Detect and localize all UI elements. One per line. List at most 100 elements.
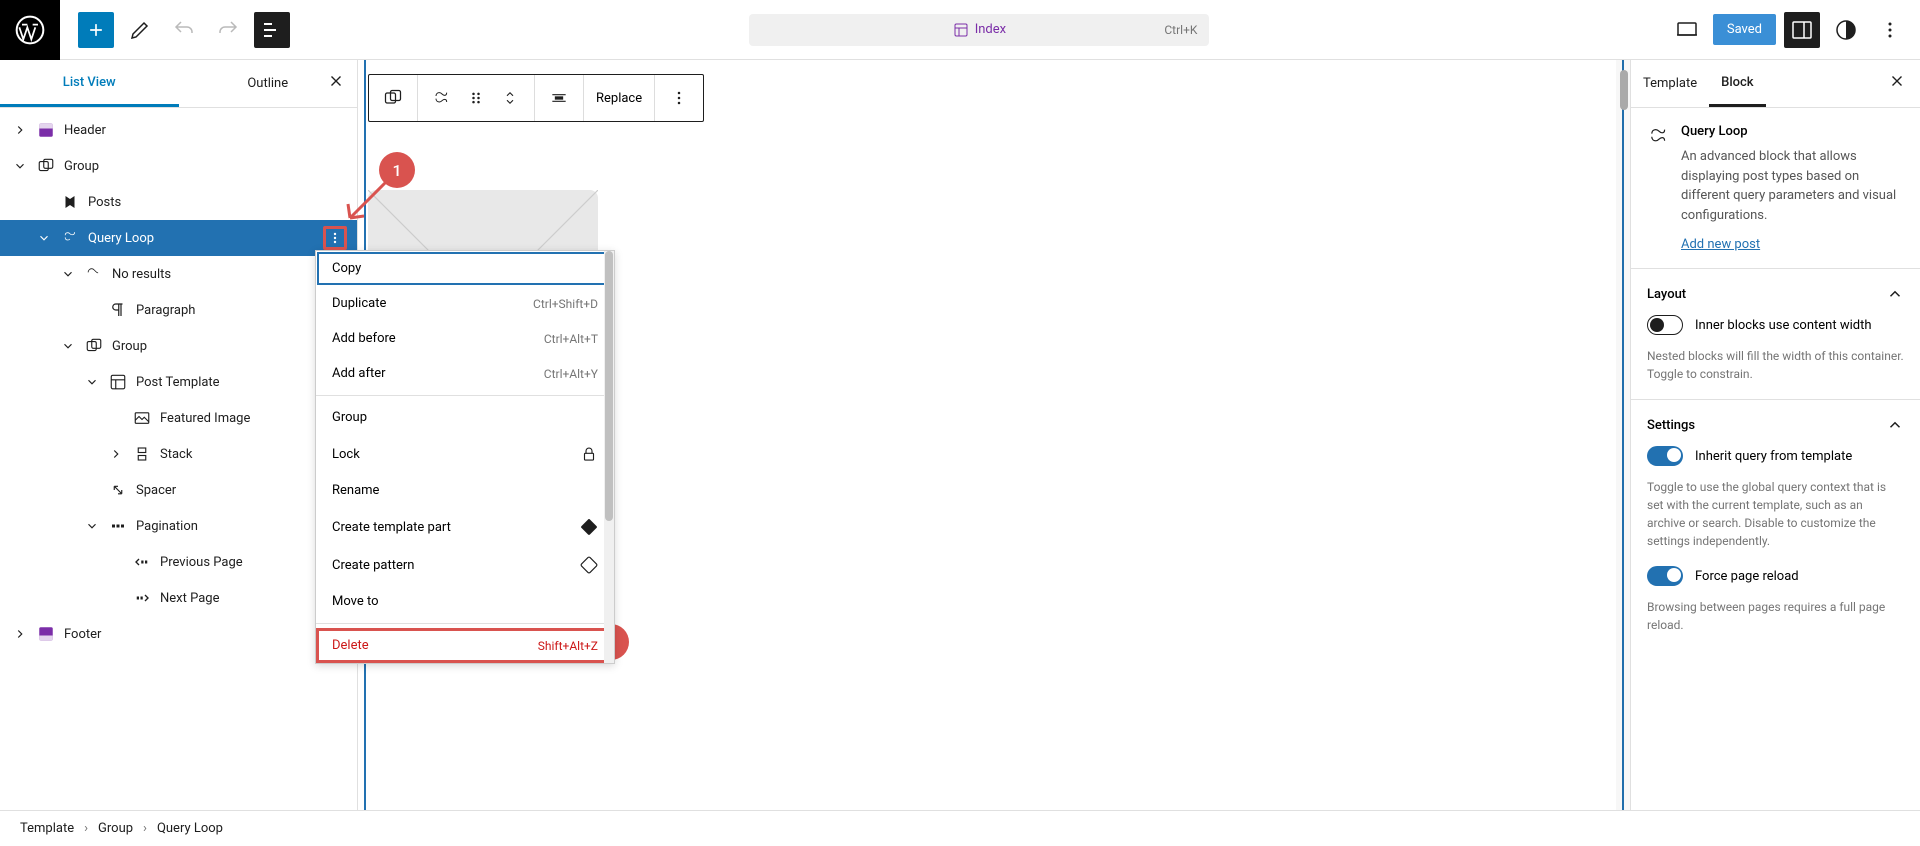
wordpress-logo[interactable] xyxy=(0,0,60,60)
chevron-right-icon[interactable] xyxy=(12,626,28,642)
tree-item-header[interactable]: Header xyxy=(0,112,357,148)
redo-icon xyxy=(216,18,240,42)
move-buttons[interactable] xyxy=(498,86,522,110)
menu-scrollbar[interactable] xyxy=(604,251,614,663)
canvas-scrollbar[interactable] xyxy=(1616,60,1630,810)
menu-create-pattern[interactable]: Create pattern xyxy=(316,546,614,584)
close-panel-button[interactable] xyxy=(327,72,345,95)
tree-item-group-inner[interactable]: Group xyxy=(0,328,357,364)
settings-section-toggle[interactable]: Settings xyxy=(1647,416,1904,434)
tab-block[interactable]: Block xyxy=(1709,61,1765,107)
settings-sidebar-toggle[interactable] xyxy=(1784,12,1820,48)
undo-button[interactable] xyxy=(166,12,202,48)
menu-lock[interactable]: Lock xyxy=(316,435,614,473)
contrast-icon xyxy=(1834,18,1858,42)
breadcrumb-separator: › xyxy=(84,821,88,836)
block-type-button[interactable] xyxy=(430,86,454,110)
tree-item-no-results[interactable]: No results xyxy=(0,256,357,292)
tree-item-paragraph[interactable]: Paragraph xyxy=(0,292,357,328)
tree-label: No results xyxy=(112,267,171,282)
force-reload-toggle[interactable] xyxy=(1647,566,1683,586)
tree-item-pagination[interactable]: Pagination xyxy=(0,508,357,544)
footer-block-icon xyxy=(36,624,56,644)
chevron-down-icon[interactable] xyxy=(60,338,76,354)
sidebar-icon xyxy=(1790,18,1814,42)
pencil-icon xyxy=(128,18,152,42)
posts-block-icon xyxy=(60,192,80,212)
tree-item-previous-page[interactable]: Previous Page xyxy=(0,544,357,580)
menu-group[interactable]: Group xyxy=(316,400,614,435)
menu-copy[interactable]: Copy xyxy=(316,251,614,286)
menu-separator xyxy=(316,395,614,396)
styles-button[interactable] xyxy=(1828,12,1864,48)
tools-button[interactable] xyxy=(122,12,158,48)
breadcrumb: Template › Group › Query Loop xyxy=(0,810,1920,846)
tree-item-post-template[interactable]: Post Template xyxy=(0,364,357,400)
view-button[interactable] xyxy=(1669,12,1705,48)
chevron-down-icon[interactable] xyxy=(84,518,100,534)
chevron-down-icon[interactable] xyxy=(36,230,52,246)
add-block-button[interactable] xyxy=(78,12,114,48)
menu-add-before[interactable]: Add beforeCtrl+Alt+T xyxy=(316,321,614,356)
menu-move-to[interactable]: Move to xyxy=(316,584,614,619)
settings-section: Settings Inherit query from template Tog… xyxy=(1631,400,1920,650)
options-button[interactable] xyxy=(1872,12,1908,48)
save-button[interactable]: Saved xyxy=(1713,14,1776,45)
breadcrumb-item[interactable]: Template xyxy=(20,821,74,836)
list-view-panel: List View Outline Header Group Posts xyxy=(0,60,358,810)
redo-button[interactable] xyxy=(210,12,246,48)
chevron-right-icon[interactable] xyxy=(108,446,124,462)
scroll-thumb[interactable] xyxy=(1620,70,1628,110)
breadcrumb-item[interactable]: Query Loop xyxy=(157,821,223,836)
align-button[interactable] xyxy=(547,86,571,110)
chevron-down-icon[interactable] xyxy=(84,374,100,390)
scroll-thumb[interactable] xyxy=(605,251,613,521)
chevron-down-icon[interactable] xyxy=(12,158,28,174)
more-vertical-icon xyxy=(1878,18,1902,42)
close-icon xyxy=(327,72,345,90)
stack-block-icon xyxy=(132,444,152,464)
chevron-up-icon xyxy=(1886,285,1904,303)
menu-create-template-part[interactable]: Create template part xyxy=(316,508,614,546)
breadcrumb-item[interactable]: Group xyxy=(98,821,133,836)
layout-section-toggle[interactable]: Layout xyxy=(1647,285,1904,303)
tree-item-stack[interactable]: Stack xyxy=(0,436,357,472)
replace-button[interactable]: Replace xyxy=(596,86,642,110)
chevron-right-icon[interactable] xyxy=(12,122,28,138)
menu-add-after[interactable]: Add afterCtrl+Alt+Y xyxy=(316,356,614,391)
annotation-1: 1 xyxy=(379,152,415,188)
menu-delete[interactable]: DeleteShift+Alt+Z xyxy=(316,628,614,663)
tree-item-next-page[interactable]: Next Page xyxy=(0,580,357,616)
main-area: List View Outline Header Group Posts xyxy=(0,60,1920,810)
block-more-button[interactable] xyxy=(667,86,691,110)
tree-item-group[interactable]: Group xyxy=(0,148,357,184)
tree-item-spacer[interactable]: Spacer xyxy=(0,472,357,508)
toggle-label: Inherit query from template xyxy=(1695,449,1852,464)
more-vertical-icon xyxy=(669,88,689,108)
document-overview-button[interactable] xyxy=(254,12,290,48)
layout-block-icon xyxy=(108,372,128,392)
menu-duplicate[interactable]: DuplicateCtrl+Shift+D xyxy=(316,286,614,321)
tab-template[interactable]: Template xyxy=(1631,62,1709,105)
add-new-post-link[interactable]: Add new post xyxy=(1681,237,1760,252)
query-loop-icon xyxy=(1647,124,1671,252)
tree-item-posts[interactable]: Posts xyxy=(0,184,357,220)
tree-item-featured-image[interactable]: Featured Image xyxy=(0,400,357,436)
tree-label: Previous Page xyxy=(160,555,243,570)
wordpress-icon xyxy=(14,14,46,46)
layout-section: Layout Inner blocks use content width Ne… xyxy=(1631,269,1920,400)
close-settings-button[interactable] xyxy=(1888,72,1906,95)
parent-block-button[interactable] xyxy=(381,86,405,110)
drag-handle[interactable] xyxy=(464,86,488,110)
inherit-query-toggle[interactable] xyxy=(1647,446,1683,466)
menu-rename[interactable]: Rename xyxy=(316,473,614,508)
tab-list-view[interactable]: List View xyxy=(0,61,179,107)
block-title: Query Loop xyxy=(1681,124,1904,139)
layout-icon xyxy=(953,22,969,38)
chevron-down-icon[interactable] xyxy=(60,266,76,282)
document-title-bar[interactable]: Index Ctrl+K xyxy=(749,14,1209,46)
inner-blocks-width-toggle[interactable] xyxy=(1647,315,1683,335)
tree-item-query-loop[interactable]: Query Loop xyxy=(0,220,357,256)
tree-item-footer[interactable]: Footer xyxy=(0,616,357,652)
toolbar-right: Saved xyxy=(1669,12,1920,48)
